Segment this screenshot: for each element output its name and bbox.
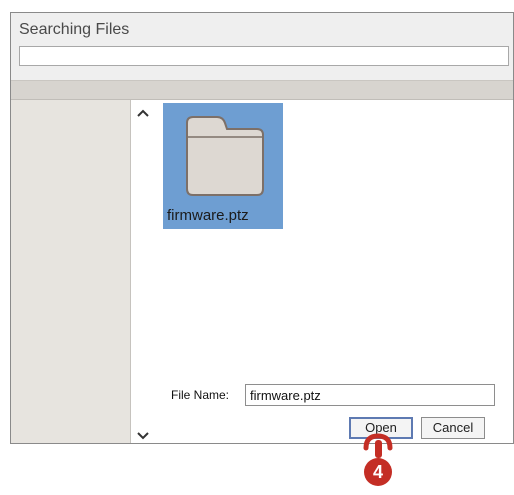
step-number-badge: 4 (364, 458, 392, 486)
folder-icon (186, 116, 264, 196)
step-annotation: 4 (351, 430, 401, 490)
path-input[interactable] (19, 46, 509, 66)
hand-pointer-icon (363, 433, 393, 458)
scrollbar[interactable] (131, 100, 155, 443)
file-item[interactable]: firmware.ptz (163, 103, 283, 229)
cancel-button[interactable]: Cancel (421, 417, 485, 439)
chevron-up-icon[interactable] (131, 102, 155, 122)
toolbar (11, 80, 513, 100)
dialog-title: Searching Files (19, 21, 130, 38)
file-name-field-label: File Name: (171, 388, 230, 402)
chevron-down-icon[interactable] (131, 425, 155, 443)
file-name-label: firmware.ptz (167, 207, 249, 224)
navigation-pane (11, 100, 131, 443)
file-list: firmware.ptz File Name: Open Cancel (155, 100, 513, 443)
file-name-field[interactable] (245, 384, 495, 406)
file-dialog: Searching Files firmware.ptz File Name: … (10, 12, 514, 444)
